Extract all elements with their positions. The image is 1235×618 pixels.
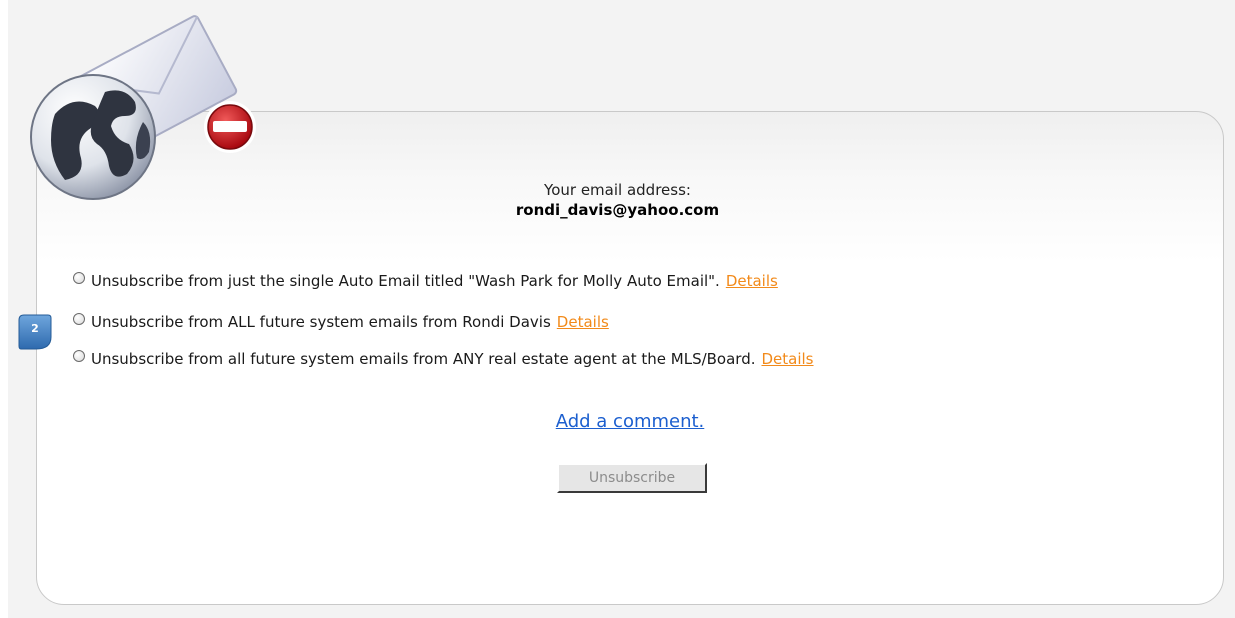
- radio-all-from-any-agent[interactable]: [73, 350, 85, 362]
- email-address-value: rondi_davis@yahoo.com: [515, 201, 720, 219]
- option-single-auto-email-label: Unsubscribe from just the single Auto Em…: [91, 272, 720, 290]
- details-link-all-from-agent[interactable]: Details: [557, 313, 609, 331]
- radio-single-auto-email[interactable]: [73, 272, 85, 284]
- radio-all-from-agent[interactable]: [73, 313, 85, 325]
- option-all-from-any-agent[interactable]: Unsubscribe from all future system email…: [73, 348, 814, 370]
- add-comment-link[interactable]: Add a comment.: [0, 411, 1235, 432]
- step-marker-number: 2: [31, 322, 39, 335]
- option-single-auto-email[interactable]: Unsubscribe from just the single Auto Em…: [73, 270, 778, 292]
- option-all-from-agent-label: Unsubscribe from ALL future system email…: [91, 313, 551, 331]
- option-all-from-agent[interactable]: Unsubscribe from ALL future system email…: [73, 311, 609, 333]
- email-globe-remove-icon: [30, 15, 256, 200]
- unsubscribe-button[interactable]: Unsubscribe: [557, 463, 707, 493]
- email-address-block: Your email address: rondi_davis@yahoo.co…: [0, 180, 1235, 220]
- step-marker-icon: 2: [18, 313, 52, 351]
- email-address-label: Your email address:: [544, 181, 691, 199]
- details-link-all-from-any-agent[interactable]: Details: [762, 350, 814, 368]
- details-link-single-auto-email[interactable]: Details: [726, 272, 778, 290]
- option-all-from-any-agent-label: Unsubscribe from all future system email…: [91, 350, 756, 368]
